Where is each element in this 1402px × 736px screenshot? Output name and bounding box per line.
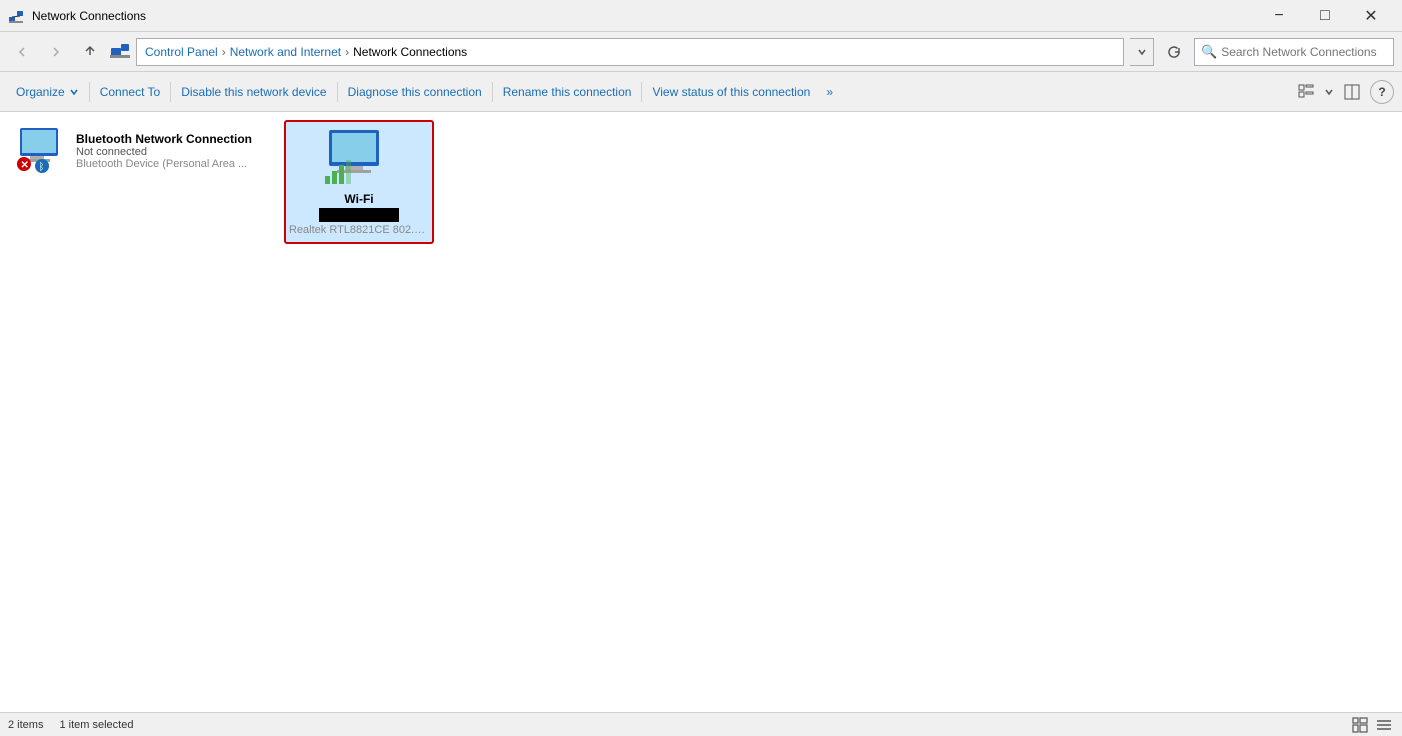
toolbar-separator-1 — [89, 82, 90, 102]
address-icon — [110, 42, 130, 62]
toolbar-separator-5 — [641, 82, 642, 102]
breadcrumb-control-panel[interactable]: Control Panel — [145, 45, 218, 59]
connect-to-button[interactable]: Connect To — [92, 76, 169, 108]
wifi-item-detail: Realtek RTL8821CE 802.11ac PCIe ... — [289, 224, 429, 236]
wifi-item-name: Wi-Fi — [344, 192, 373, 206]
toolbar-separator-3 — [337, 82, 338, 102]
title-bar-controls: − □ ✕ — [1256, 0, 1394, 32]
title-bar: Network Connections − □ ✕ — [0, 0, 1402, 32]
bluetooth-connection-item[interactable]: ✕ ᛒ Bluetooth Network Connection Not con… — [8, 120, 268, 182]
address-path[interactable]: Control Panel › Network and Internet › N… — [136, 38, 1124, 66]
organize-button[interactable]: Organize — [8, 76, 87, 108]
wifi-icon-area — [319, 128, 399, 188]
search-box[interactable]: 🔍 — [1194, 38, 1394, 66]
toolbar: Organize Connect To Disable this network… — [0, 72, 1402, 112]
breadcrumb-current: Network Connections — [353, 45, 467, 59]
main-content: ✕ ᛒ Bluetooth Network Connection Not con… — [0, 112, 1402, 712]
close-button[interactable]: ✕ — [1348, 0, 1394, 32]
toolbar-separator-4 — [492, 82, 493, 102]
help-button[interactable]: ? — [1370, 80, 1394, 104]
forward-button[interactable] — [42, 38, 70, 66]
minimize-button[interactable]: − — [1256, 0, 1302, 32]
status-view-btn-2[interactable] — [1374, 715, 1394, 735]
bluetooth-item-name: Bluetooth Network Connection — [76, 132, 252, 146]
wifi-redacted-ssid — [319, 208, 399, 222]
address-dropdown[interactable] — [1130, 38, 1154, 66]
title-bar-left: Network Connections — [8, 8, 146, 24]
wifi-connection-item[interactable]: Wi-Fi Realtek RTL8821CE 802.11ac PCIe ..… — [284, 120, 434, 244]
title-bar-title: Network Connections — [32, 9, 146, 23]
wifi-computer-icon — [323, 128, 395, 188]
change-view-button[interactable] — [1292, 78, 1320, 106]
toolbar-separator-2 — [170, 82, 171, 102]
status-view-btn-1[interactable] — [1350, 715, 1370, 735]
svg-text:ᛒ: ᛒ — [39, 162, 45, 173]
breadcrumb-network-internet[interactable]: Network and Internet — [230, 45, 341, 59]
file-view: ✕ ᛒ Bluetooth Network Connection Not con… — [0, 112, 1402, 712]
status-left: 2 items 1 item selected — [8, 719, 133, 731]
view-status-button[interactable]: View status of this connection — [644, 76, 818, 108]
toolbar-right: ? — [1292, 78, 1394, 106]
items-count: 2 items — [8, 719, 43, 731]
app-icon — [8, 8, 24, 24]
refresh-button[interactable] — [1160, 38, 1188, 66]
disable-button[interactable]: Disable this network device — [173, 76, 334, 108]
search-icon: 🔍 — [1201, 44, 1217, 60]
more-button[interactable]: » — [818, 76, 841, 108]
rename-button[interactable]: Rename this connection — [495, 76, 640, 108]
status-right — [1350, 715, 1394, 735]
status-bar: 2 items 1 item selected — [0, 712, 1402, 736]
hide-pane-button[interactable] — [1338, 78, 1366, 106]
svg-text:✕: ✕ — [21, 160, 29, 171]
search-input[interactable] — [1221, 45, 1387, 59]
diagnose-button[interactable]: Diagnose this connection — [340, 76, 490, 108]
up-button[interactable] — [76, 38, 104, 66]
maximize-button[interactable]: □ — [1302, 0, 1348, 32]
bluetooth-item-detail: Bluetooth Device (Personal Area ... — [76, 158, 252, 170]
bluetooth-item-text: Bluetooth Network Connection Not connect… — [76, 132, 252, 170]
bluetooth-computer-icon: ✕ ᛒ — [16, 126, 68, 176]
back-button[interactable] — [8, 38, 36, 66]
bluetooth-item-status: Not connected — [76, 146, 252, 158]
address-bar: Control Panel › Network and Internet › N… — [0, 32, 1402, 72]
bluetooth-icon-area: ✕ ᛒ — [16, 126, 68, 176]
view-dropdown-arrow — [1324, 84, 1334, 100]
selected-count: 1 item selected — [59, 719, 133, 731]
